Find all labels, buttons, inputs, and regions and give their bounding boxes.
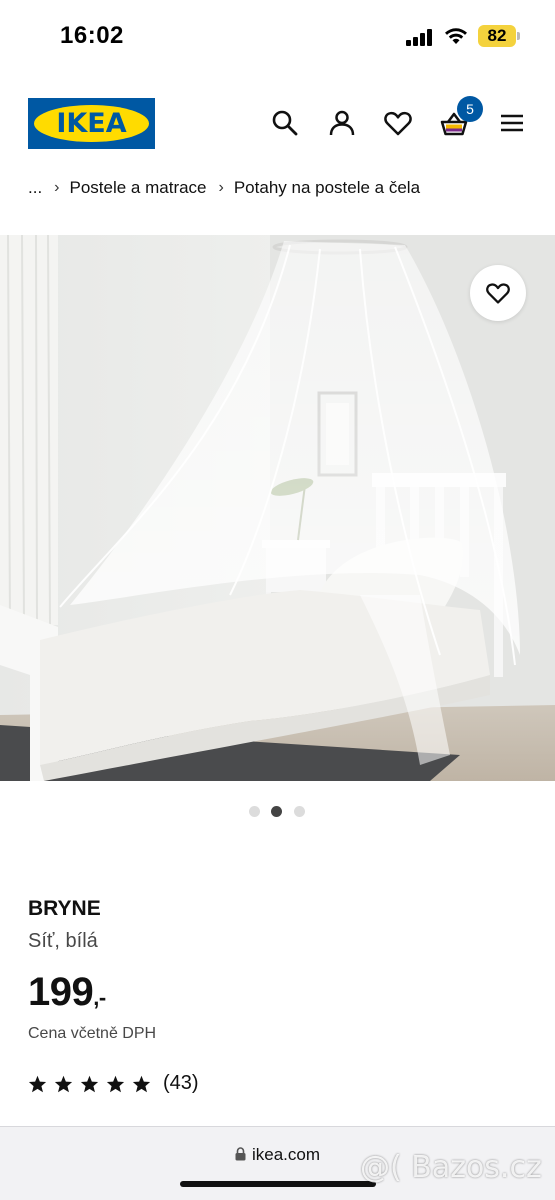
carousel-indicator — [249, 806, 309, 818]
site-header: IKEA — [0, 72, 555, 172]
url-text: ikea.com — [251, 1145, 321, 1164]
star-icon — [54, 1075, 73, 1092]
breadcrumb-item-covers[interactable]: Potahy na postele a čela — [234, 178, 420, 198]
product-image[interactable] — [0, 235, 555, 781]
menu-icon[interactable] — [497, 108, 527, 138]
battery-tip — [517, 32, 520, 40]
carousel-dot[interactable] — [294, 806, 305, 817]
product-name: BRYNE — [28, 897, 101, 920]
favorite-button[interactable] — [470, 265, 526, 321]
rating-count: (43) — [163, 1072, 199, 1094]
product-price: 199,- — [28, 970, 106, 1015]
battery-icon: 82 — [478, 25, 516, 47]
search-icon[interactable] — [270, 108, 300, 138]
wifi-icon — [445, 28, 467, 44]
user-icon[interactable] — [327, 108, 357, 138]
price-suffix: ,- — [93, 985, 106, 1010]
star-icon — [28, 1075, 47, 1092]
logo-text: IKEA — [56, 108, 127, 139]
bed-canopy-photo — [0, 235, 555, 781]
star-icon — [80, 1075, 99, 1092]
carousel-dot-active[interactable] — [271, 806, 282, 817]
signal-icon — [406, 28, 434, 46]
ikea-logo[interactable]: IKEA — [28, 98, 155, 149]
breadcrumb-item-beds[interactable]: Postele a matrace — [70, 178, 207, 198]
product-description: Síť, bílá — [28, 930, 98, 952]
status-time: 16:02 — [60, 22, 124, 49]
home-indicator — [180, 1181, 376, 1187]
carousel-dot[interactable] — [249, 806, 260, 817]
cart-count-badge: 5 — [457, 96, 483, 122]
lock-icon — [235, 1147, 246, 1161]
breadcrumb: ... › Postele a matrace › Potahy na post… — [28, 176, 420, 200]
star-icon — [106, 1075, 125, 1092]
chevron-right-icon: › — [54, 179, 60, 196]
vat-note: Cena včetně DPH — [28, 1025, 157, 1042]
product-rating[interactable]: (43) — [28, 1072, 199, 1095]
chevron-right-icon: › — [218, 179, 224, 196]
watermark: @( Bazos.cz — [360, 1150, 542, 1185]
breadcrumb-ellipsis[interactable]: ... — [28, 178, 42, 198]
star-icon — [132, 1075, 151, 1092]
heart-icon[interactable] — [383, 108, 413, 138]
price-value: 199 — [28, 970, 94, 1014]
heart-icon — [486, 283, 510, 304]
status-bar: 16:02 82 — [0, 0, 555, 72]
